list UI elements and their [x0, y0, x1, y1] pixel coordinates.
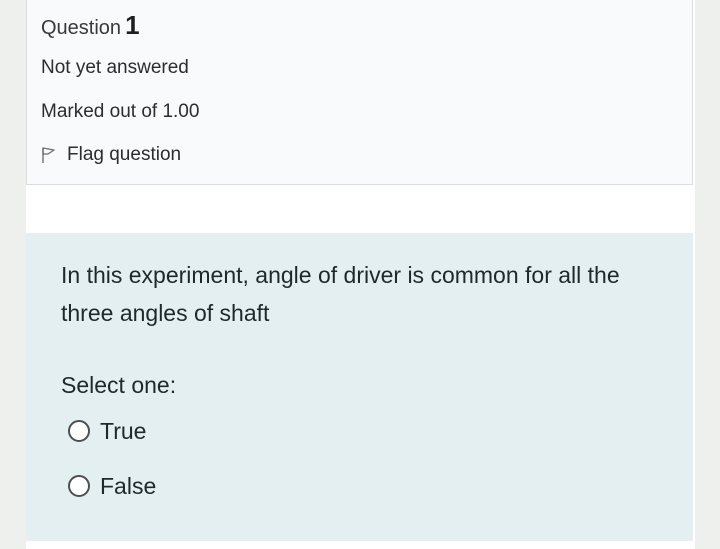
panel-bottom-edge: [26, 541, 693, 549]
question-info-panel: Question 1 Not yet answered Marked out of…: [26, 0, 693, 185]
flag-icon: [41, 146, 57, 164]
question-content-panel: In this experiment, angle of driver is c…: [26, 233, 693, 541]
question-state: Not yet answered: [41, 57, 189, 78]
flag-question-label: Flag question: [67, 144, 182, 165]
question-grade: Marked out of 1.00: [41, 101, 200, 122]
answer-option-label: False: [100, 473, 157, 499]
radio-unchecked-icon[interactable]: [68, 475, 90, 497]
radio-unchecked-icon[interactable]: [68, 420, 90, 442]
answer-option-false[interactable]: False: [68, 471, 156, 501]
question-heading: Question 1: [41, 11, 140, 42]
flag-question-link[interactable]: Flag question: [41, 143, 181, 167]
answer-option-label: True: [100, 418, 147, 444]
question-number: 1: [125, 10, 140, 40]
answer-prompt: Select one:: [61, 372, 177, 398]
question-text: In this experiment, angle of driver is c…: [61, 262, 620, 326]
question-label: Question: [41, 17, 122, 39]
answer-option-true[interactable]: True: [68, 416, 146, 446]
